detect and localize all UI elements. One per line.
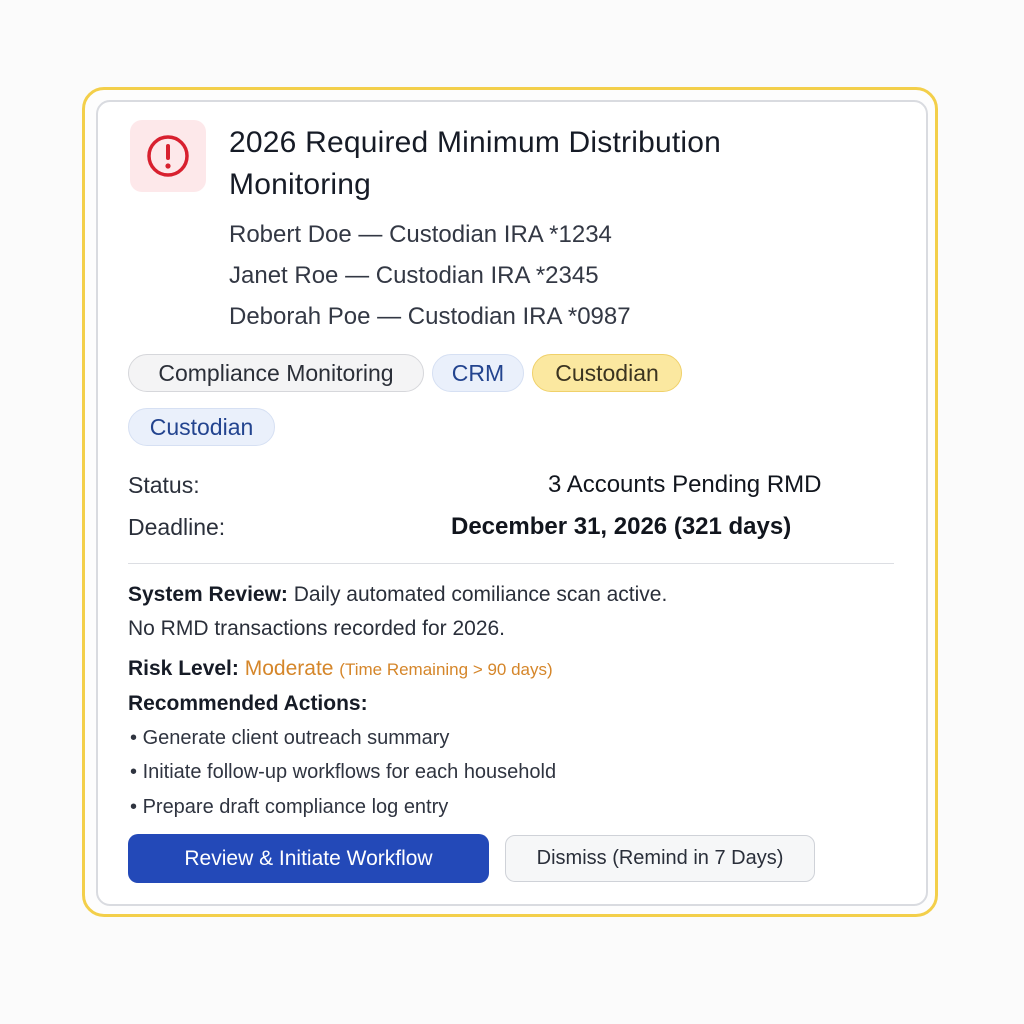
tag-crm: CRM	[432, 354, 524, 392]
status-label: Status:	[128, 472, 200, 498]
system-review-line: System Review: Daily automated comilianc…	[128, 583, 667, 607]
system-review-text: Daily automated comiliance scan active.	[293, 583, 668, 606]
action-item: • Initiate follow-up workflows for each …	[130, 761, 557, 783]
tag-custodian: Custodian	[128, 408, 275, 446]
account-item: Janet Roe — Custodian IRA *2345	[229, 262, 599, 289]
system-review-label: System Review:	[128, 583, 288, 606]
action-text: Initiate follow-up workflows for each ho…	[142, 761, 557, 783]
risk-level-note: (Time Remaining > 90 days)	[339, 660, 553, 679]
action-text: Generate client outreach summary	[142, 727, 450, 749]
risk-level-line: Risk Level: Moderate (Time Remaining > 9…	[128, 657, 553, 681]
tag-compliance-monitoring: Compliance Monitoring	[128, 354, 424, 392]
risk-level-label: Risk Level:	[128, 657, 239, 680]
deadline-label: Deadline:	[128, 514, 226, 540]
alert-circle-icon	[147, 135, 189, 177]
review-initiate-workflow-button[interactable]: Review & Initiate Workflow	[128, 834, 489, 883]
section-divider	[128, 563, 894, 564]
action-item: • Prepare draft compliance log entry	[130, 796, 449, 818]
status-value: 3 Accounts Pending RMD	[548, 471, 822, 498]
action-text: Prepare draft compliance log entry	[142, 796, 449, 818]
card-title: 2026 Required Minimum Distribution Monit…	[229, 126, 722, 201]
alert-badge	[130, 120, 206, 192]
action-item: • Generate client outreach summary	[130, 727, 450, 749]
system-review-note: No RMD transactions recorded for 2026.	[128, 617, 506, 640]
account-item: Robert Doe — Custodian IRA *1234	[229, 221, 612, 248]
deadline-value: December 31, 2026 (321 days)	[451, 513, 792, 540]
account-item: Deborah Poe — Custodian IRA *0987	[229, 303, 631, 330]
tag-custodian: Custodian	[532, 354, 682, 392]
dismiss-remind-button[interactable]: Dismiss (Remind in 7 Days)	[505, 835, 815, 882]
risk-level-value: Moderate	[244, 657, 334, 680]
account-list: Robert Doe — Custodian IRA *1234 Janet R…	[229, 214, 849, 337]
recommended-actions-heading: Recommended Actions:	[128, 692, 368, 715]
